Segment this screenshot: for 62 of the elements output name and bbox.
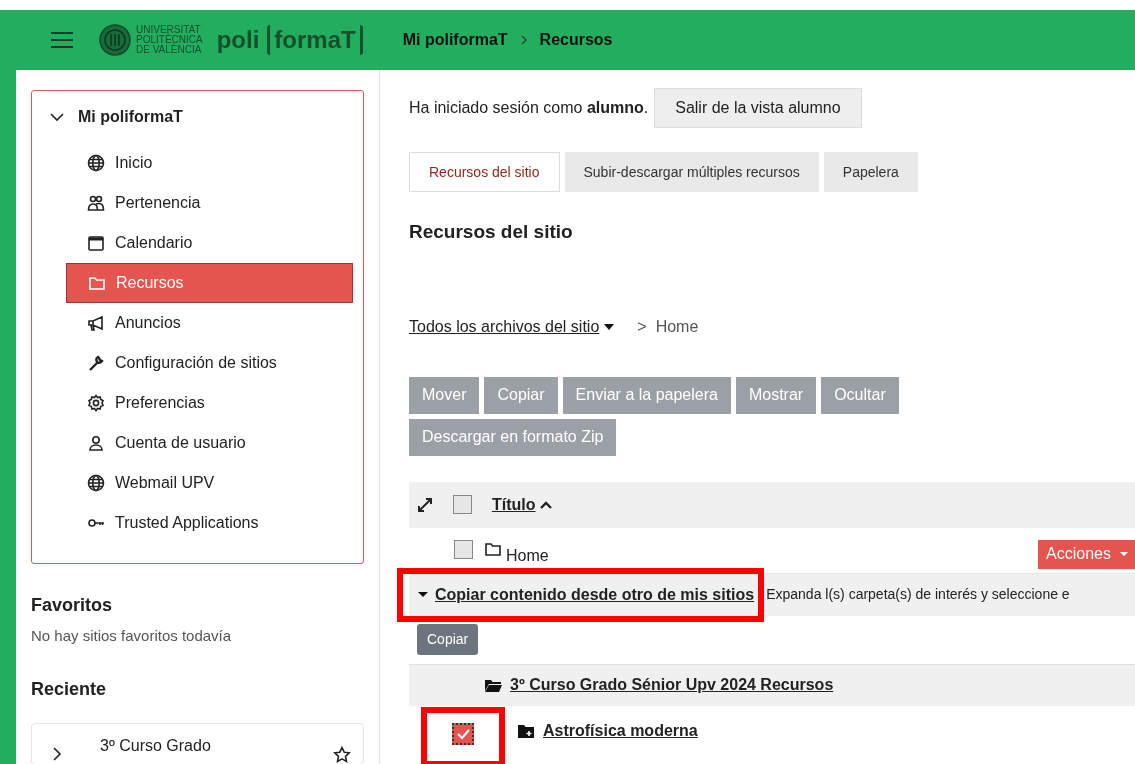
site-name[interactable]: 3º Curso Grado [100,733,333,758]
sidebar-item[interactable]: Preferencias [66,383,353,423]
folder-dropdown[interactable]: Todos los archivos del sitio [409,314,616,339]
folder-icon [484,677,502,693]
settings-icon [87,394,105,412]
wrench-icon [87,354,105,372]
sidebar-item[interactable]: Trusted Applications [66,503,353,543]
logo-text: POLITÈCNICA [136,35,203,45]
seal-icon [99,24,131,56]
tab[interactable]: Recursos del sitio [409,152,560,192]
expand-icon [417,496,433,513]
empty-message: No hay sitios favoritos todavía [31,626,233,646]
caret-down-icon [603,321,616,332]
section-title: Favoritos [31,594,114,617]
star-icon[interactable] [333,745,351,764]
logo-text: UNIVERSITAT [136,25,201,35]
sidebar-item[interactable]: Configuración de sitios [66,343,353,383]
folder-link[interactable]: Astrofísica moderna [543,718,698,743]
caret-up-icon [538,499,553,510]
sidebar-item[interactable]: Cuenta de usuario [66,423,353,463]
sidebar-item[interactable]: Inicio [66,143,353,183]
sidebar-item[interactable]: Recursos [66,263,353,303]
sidebar-item[interactable]: Pertenencia [66,183,353,223]
login-notice: Ha iniciado sesión como alumno. [409,98,649,118]
chevron-right-icon [519,34,528,46]
logo-text: DE VALÈNCIA [136,45,202,55]
globe-icon [87,154,105,172]
menu-icon[interactable] [49,29,75,51]
tab[interactable]: Subir-descargar múltiples recursos [564,152,819,192]
page-heading: Recursos del sitio [409,220,574,244]
people-icon [87,194,105,212]
folder-checkbox[interactable] [452,722,474,745]
exit-student-view-button[interactable]: Salir de la vista alumno [654,88,862,128]
instruction-text: Expanda l(s) carpeta(s) de interés y seleccione e [766,585,1070,604]
copy-button[interactable]: Copiar [417,624,479,655]
megaphone-icon [87,314,105,332]
sidebar-item[interactable]: Calendario [66,223,353,263]
section-title: Mi poliformaT [78,107,183,127]
chevron-right-icon [52,745,62,762]
path-separator: > [637,316,647,337]
folder-icon [88,274,106,292]
row-checkbox[interactable] [454,539,473,559]
folder-plus-icon [517,722,535,739]
calendar-icon [87,234,105,252]
sort-column-header[interactable]: Título [492,492,553,517]
section-header[interactable]: Mi poliformaT [32,91,353,143]
globe-icon [87,474,105,492]
select-all-checkbox[interactable] [453,495,472,514]
breadcrumb-item[interactable]: Mi poliformaT [402,28,508,52]
section-title: Reciente [31,677,108,701]
actions-dropdown-button[interactable]: Acciones [1038,539,1135,569]
breadcrumb-item[interactable]: Home [655,314,699,339]
caret-down-icon [1119,551,1129,557]
breadcrumb-item: Recursos [539,30,613,50]
sidebar-item[interactable]: Anuncios [66,303,353,343]
brand-text: formaT [267,25,363,55]
user-icon [87,434,105,452]
sidebar-item[interactable]: Webmail UPV [66,463,353,503]
brand-text: poli [216,25,260,55]
section-toggle-link[interactable]: Copiar contenido desde otro de mis sitios [435,582,755,607]
tab[interactable]: Papelera [823,152,918,192]
file-name: Home [506,545,549,566]
